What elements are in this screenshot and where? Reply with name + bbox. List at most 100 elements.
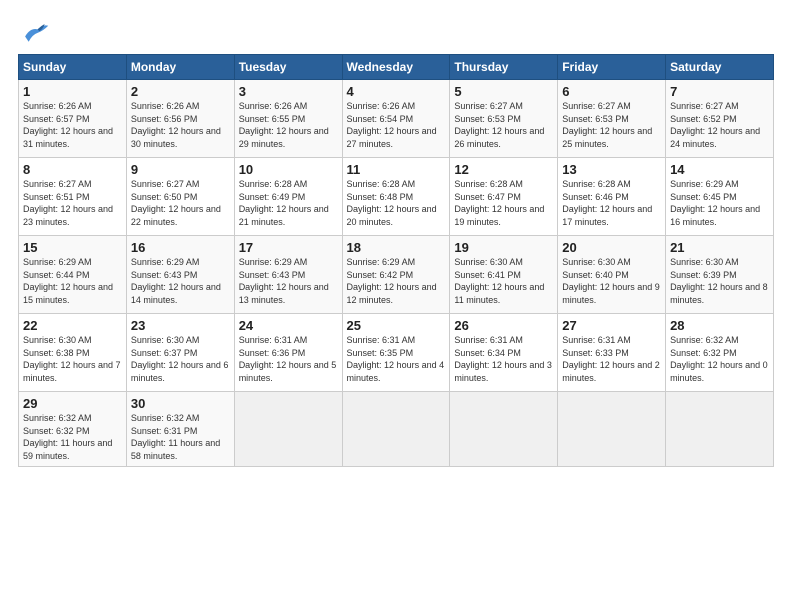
cell-info: Sunrise: 6:27 AMSunset: 6:51 PMDaylight:… xyxy=(23,178,122,228)
cell-info: Sunrise: 6:31 AMSunset: 6:34 PMDaylight:… xyxy=(454,334,553,384)
day-number: 23 xyxy=(131,318,230,333)
calendar-cell: 19 Sunrise: 6:30 AMSunset: 6:41 PMDaylig… xyxy=(450,236,558,314)
calendar-cell: 29 Sunrise: 6:32 AMSunset: 6:32 PMDaylig… xyxy=(19,392,127,467)
calendar-cell: 10 Sunrise: 6:28 AMSunset: 6:49 PMDaylig… xyxy=(234,158,342,236)
calendar-cell: 18 Sunrise: 6:29 AMSunset: 6:42 PMDaylig… xyxy=(342,236,450,314)
cell-info: Sunrise: 6:31 AMSunset: 6:33 PMDaylight:… xyxy=(562,334,661,384)
calendar-cell: 1 Sunrise: 6:26 AMSunset: 6:57 PMDayligh… xyxy=(19,80,127,158)
cell-info: Sunrise: 6:32 AMSunset: 6:32 PMDaylight:… xyxy=(23,412,122,462)
day-number: 28 xyxy=(670,318,769,333)
cell-info: Sunrise: 6:28 AMSunset: 6:47 PMDaylight:… xyxy=(454,178,553,228)
cell-info: Sunrise: 6:26 AMSunset: 6:55 PMDaylight:… xyxy=(239,100,338,150)
calendar-cell: 9 Sunrise: 6:27 AMSunset: 6:50 PMDayligh… xyxy=(126,158,234,236)
calendar-cell xyxy=(342,392,450,467)
calendar-week-5: 29 Sunrise: 6:32 AMSunset: 6:32 PMDaylig… xyxy=(19,392,774,467)
calendar-table: SundayMondayTuesdayWednesdayThursdayFrid… xyxy=(18,54,774,467)
day-number: 30 xyxy=(131,396,230,411)
day-number: 10 xyxy=(239,162,338,177)
weekday-header-row: SundayMondayTuesdayWednesdayThursdayFrid… xyxy=(19,55,774,80)
weekday-header-thursday: Thursday xyxy=(450,55,558,80)
day-number: 24 xyxy=(239,318,338,333)
cell-info: Sunrise: 6:30 AMSunset: 6:38 PMDaylight:… xyxy=(23,334,122,384)
calendar-cell: 11 Sunrise: 6:28 AMSunset: 6:48 PMDaylig… xyxy=(342,158,450,236)
calendar-cell: 8 Sunrise: 6:27 AMSunset: 6:51 PMDayligh… xyxy=(19,158,127,236)
cell-info: Sunrise: 6:27 AMSunset: 6:53 PMDaylight:… xyxy=(562,100,661,150)
day-number: 6 xyxy=(562,84,661,99)
logo-icon xyxy=(18,18,50,46)
calendar-cell: 26 Sunrise: 6:31 AMSunset: 6:34 PMDaylig… xyxy=(450,314,558,392)
cell-info: Sunrise: 6:32 AMSunset: 6:32 PMDaylight:… xyxy=(670,334,769,384)
cell-info: Sunrise: 6:28 AMSunset: 6:48 PMDaylight:… xyxy=(347,178,446,228)
cell-info: Sunrise: 6:31 AMSunset: 6:35 PMDaylight:… xyxy=(347,334,446,384)
day-number: 8 xyxy=(23,162,122,177)
day-number: 3 xyxy=(239,84,338,99)
day-number: 29 xyxy=(23,396,122,411)
calendar-cell: 15 Sunrise: 6:29 AMSunset: 6:44 PMDaylig… xyxy=(19,236,127,314)
calendar-week-3: 15 Sunrise: 6:29 AMSunset: 6:44 PMDaylig… xyxy=(19,236,774,314)
calendar-cell: 25 Sunrise: 6:31 AMSunset: 6:35 PMDaylig… xyxy=(342,314,450,392)
day-number: 15 xyxy=(23,240,122,255)
calendar-cell: 23 Sunrise: 6:30 AMSunset: 6:37 PMDaylig… xyxy=(126,314,234,392)
day-number: 1 xyxy=(23,84,122,99)
day-number: 2 xyxy=(131,84,230,99)
calendar-body: 1 Sunrise: 6:26 AMSunset: 6:57 PMDayligh… xyxy=(19,80,774,467)
day-number: 25 xyxy=(347,318,446,333)
day-number: 17 xyxy=(239,240,338,255)
day-number: 27 xyxy=(562,318,661,333)
cell-info: Sunrise: 6:31 AMSunset: 6:36 PMDaylight:… xyxy=(239,334,338,384)
calendar-cell: 14 Sunrise: 6:29 AMSunset: 6:45 PMDaylig… xyxy=(666,158,774,236)
day-number: 19 xyxy=(454,240,553,255)
weekday-header-sunday: Sunday xyxy=(19,55,127,80)
calendar-cell: 4 Sunrise: 6:26 AMSunset: 6:54 PMDayligh… xyxy=(342,80,450,158)
calendar-week-2: 8 Sunrise: 6:27 AMSunset: 6:51 PMDayligh… xyxy=(19,158,774,236)
weekday-header-wednesday: Wednesday xyxy=(342,55,450,80)
cell-info: Sunrise: 6:30 AMSunset: 6:39 PMDaylight:… xyxy=(670,256,769,306)
day-number: 13 xyxy=(562,162,661,177)
calendar-cell xyxy=(234,392,342,467)
weekday-header-monday: Monday xyxy=(126,55,234,80)
page-header xyxy=(18,18,774,46)
logo xyxy=(18,18,54,46)
cell-info: Sunrise: 6:29 AMSunset: 6:42 PMDaylight:… xyxy=(347,256,446,306)
calendar-cell xyxy=(450,392,558,467)
calendar-cell: 3 Sunrise: 6:26 AMSunset: 6:55 PMDayligh… xyxy=(234,80,342,158)
cell-info: Sunrise: 6:30 AMSunset: 6:41 PMDaylight:… xyxy=(454,256,553,306)
day-number: 9 xyxy=(131,162,230,177)
cell-info: Sunrise: 6:29 AMSunset: 6:44 PMDaylight:… xyxy=(23,256,122,306)
cell-info: Sunrise: 6:28 AMSunset: 6:46 PMDaylight:… xyxy=(562,178,661,228)
cell-info: Sunrise: 6:28 AMSunset: 6:49 PMDaylight:… xyxy=(239,178,338,228)
day-number: 22 xyxy=(23,318,122,333)
calendar-cell: 5 Sunrise: 6:27 AMSunset: 6:53 PMDayligh… xyxy=(450,80,558,158)
cell-info: Sunrise: 6:29 AMSunset: 6:45 PMDaylight:… xyxy=(670,178,769,228)
cell-info: Sunrise: 6:32 AMSunset: 6:31 PMDaylight:… xyxy=(131,412,230,462)
cell-info: Sunrise: 6:26 AMSunset: 6:56 PMDaylight:… xyxy=(131,100,230,150)
calendar-cell xyxy=(558,392,666,467)
calendar-cell: 24 Sunrise: 6:31 AMSunset: 6:36 PMDaylig… xyxy=(234,314,342,392)
day-number: 26 xyxy=(454,318,553,333)
calendar-cell: 22 Sunrise: 6:30 AMSunset: 6:38 PMDaylig… xyxy=(19,314,127,392)
weekday-header-saturday: Saturday xyxy=(666,55,774,80)
cell-info: Sunrise: 6:27 AMSunset: 6:52 PMDaylight:… xyxy=(670,100,769,150)
weekday-header-tuesday: Tuesday xyxy=(234,55,342,80)
cell-info: Sunrise: 6:27 AMSunset: 6:53 PMDaylight:… xyxy=(454,100,553,150)
day-number: 11 xyxy=(347,162,446,177)
day-number: 18 xyxy=(347,240,446,255)
cell-info: Sunrise: 6:27 AMSunset: 6:50 PMDaylight:… xyxy=(131,178,230,228)
cell-info: Sunrise: 6:29 AMSunset: 6:43 PMDaylight:… xyxy=(239,256,338,306)
day-number: 14 xyxy=(670,162,769,177)
calendar-cell: 28 Sunrise: 6:32 AMSunset: 6:32 PMDaylig… xyxy=(666,314,774,392)
calendar-cell: 20 Sunrise: 6:30 AMSunset: 6:40 PMDaylig… xyxy=(558,236,666,314)
day-number: 7 xyxy=(670,84,769,99)
day-number: 20 xyxy=(562,240,661,255)
calendar-cell: 13 Sunrise: 6:28 AMSunset: 6:46 PMDaylig… xyxy=(558,158,666,236)
calendar-cell: 30 Sunrise: 6:32 AMSunset: 6:31 PMDaylig… xyxy=(126,392,234,467)
calendar-cell: 17 Sunrise: 6:29 AMSunset: 6:43 PMDaylig… xyxy=(234,236,342,314)
cell-info: Sunrise: 6:29 AMSunset: 6:43 PMDaylight:… xyxy=(131,256,230,306)
day-number: 16 xyxy=(131,240,230,255)
cell-info: Sunrise: 6:30 AMSunset: 6:40 PMDaylight:… xyxy=(562,256,661,306)
calendar-cell: 6 Sunrise: 6:27 AMSunset: 6:53 PMDayligh… xyxy=(558,80,666,158)
calendar-cell: 16 Sunrise: 6:29 AMSunset: 6:43 PMDaylig… xyxy=(126,236,234,314)
calendar-cell: 27 Sunrise: 6:31 AMSunset: 6:33 PMDaylig… xyxy=(558,314,666,392)
calendar-cell xyxy=(666,392,774,467)
cell-info: Sunrise: 6:30 AMSunset: 6:37 PMDaylight:… xyxy=(131,334,230,384)
